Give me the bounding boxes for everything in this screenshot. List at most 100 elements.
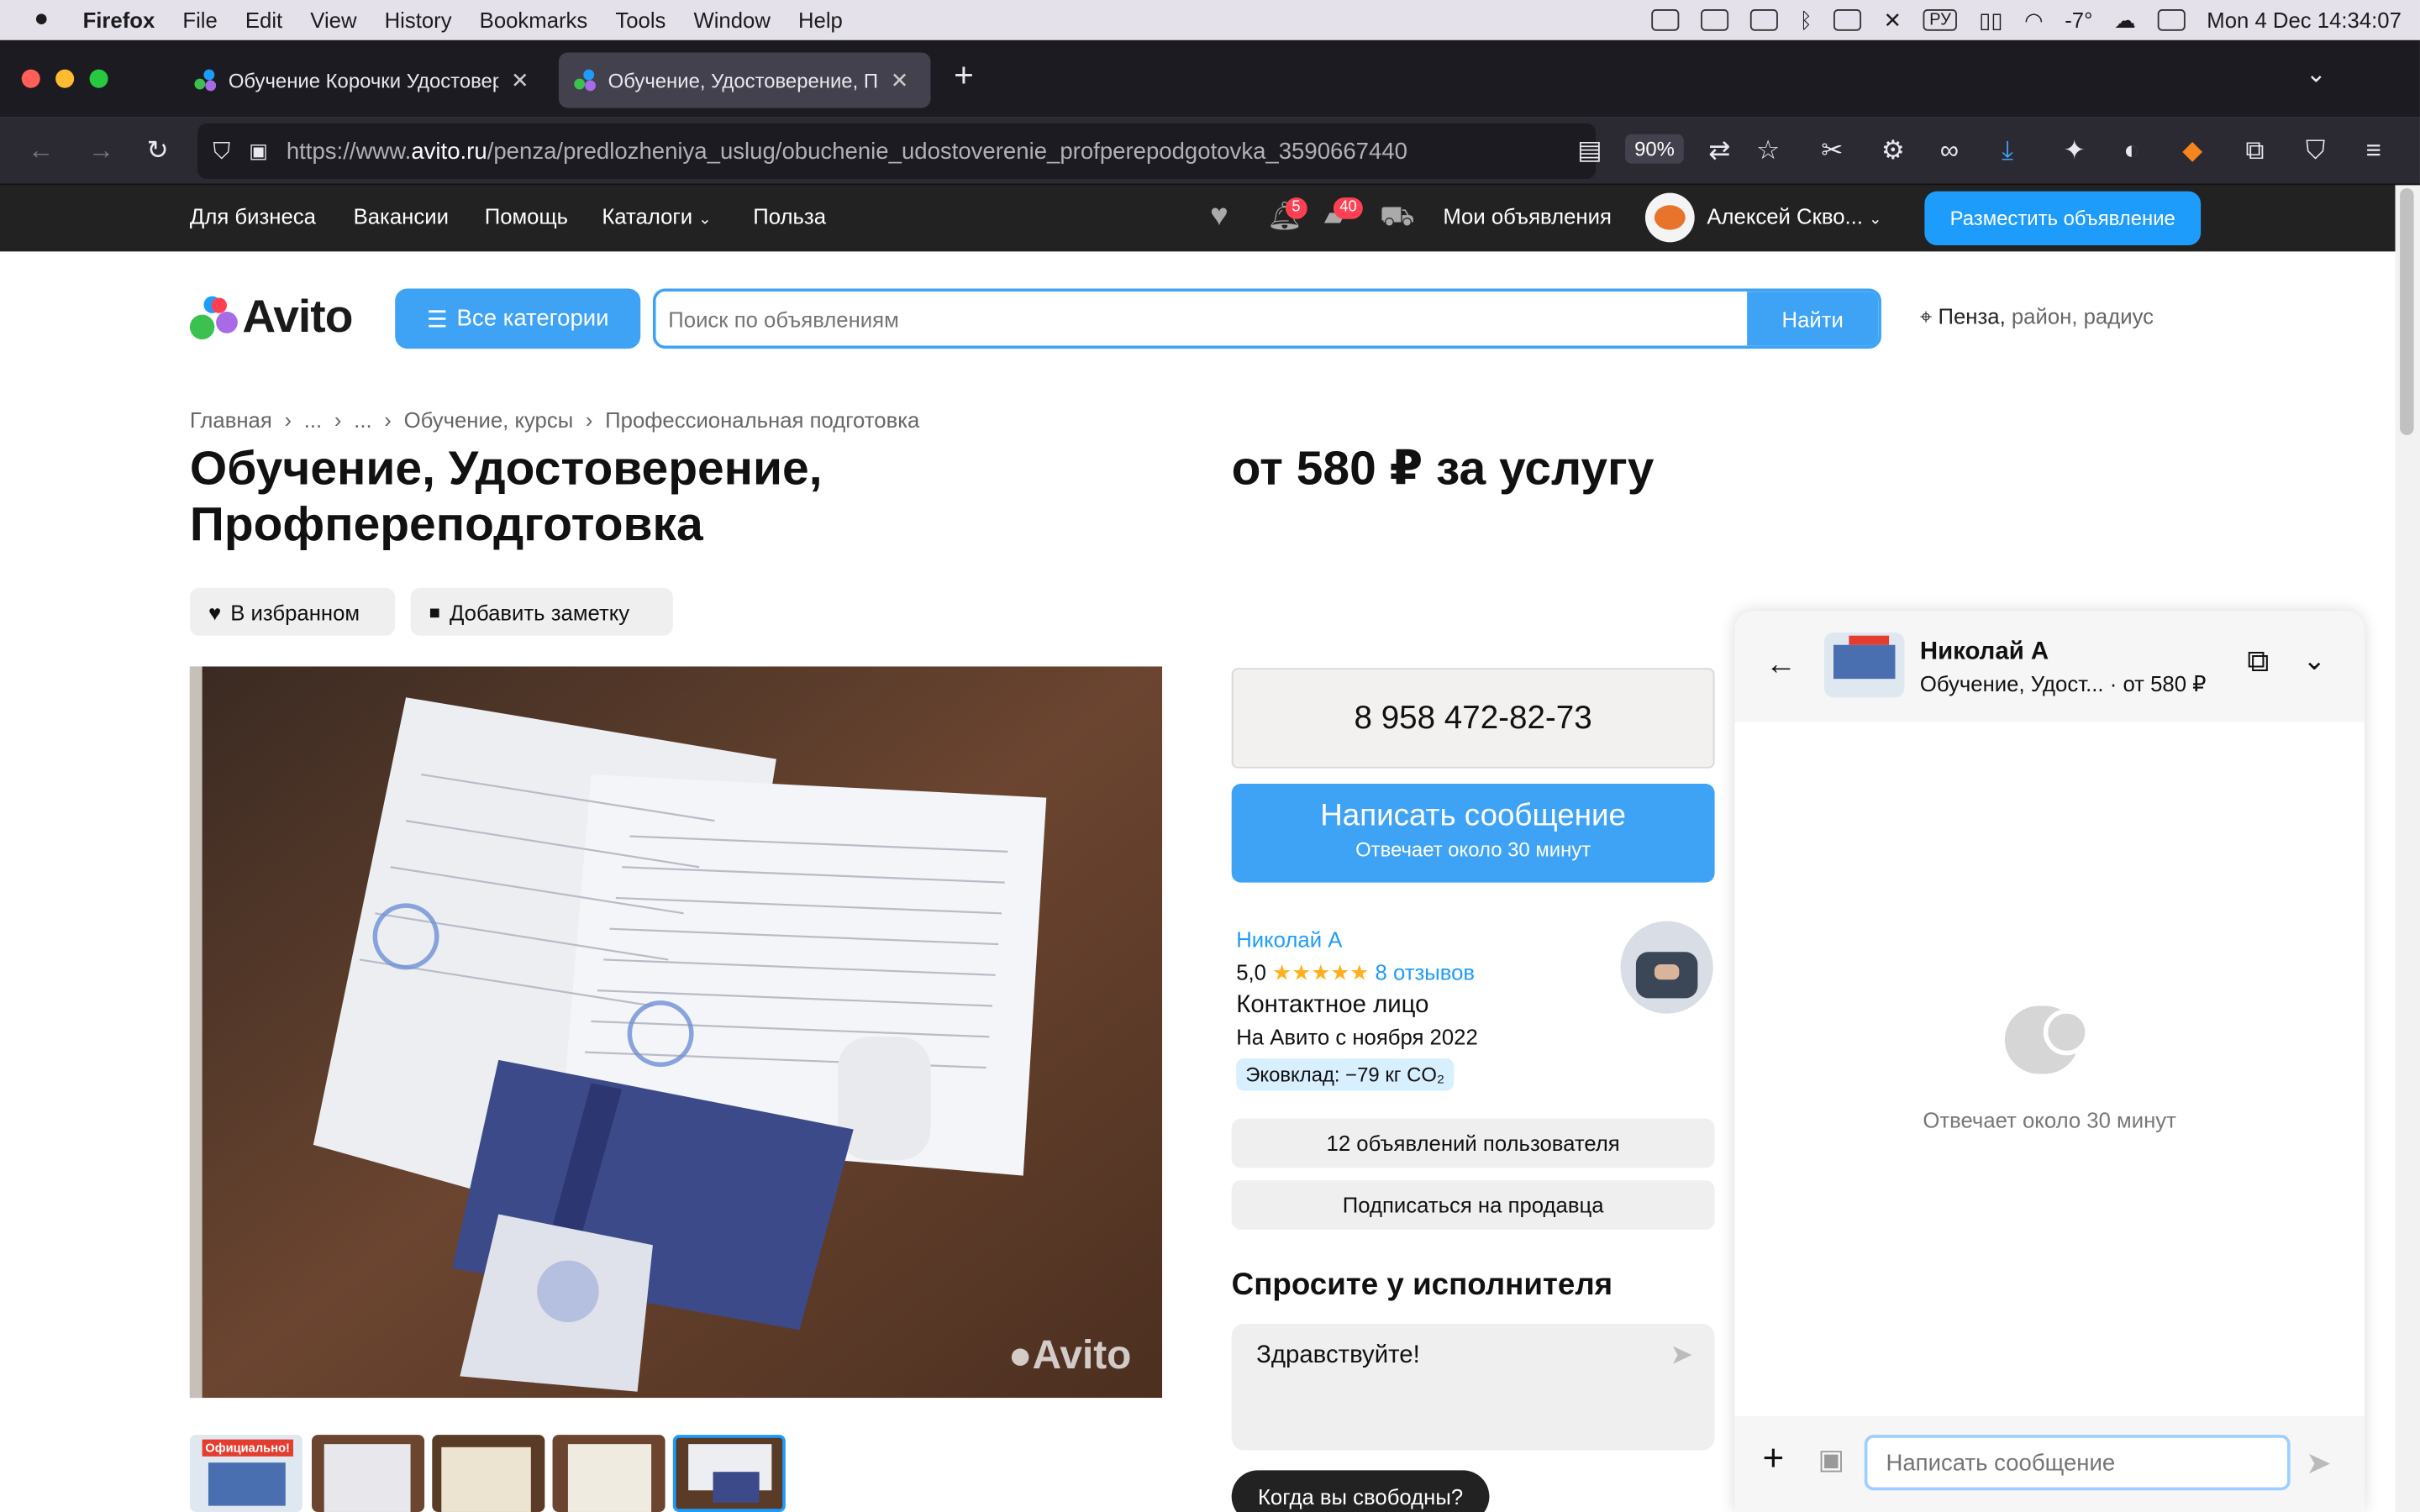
crumb-courses[interactable]: Обучение, курсы: [404, 407, 574, 432]
downloads-icon[interactable]: ⤓: [2002, 118, 2013, 186]
attach-plus-icon[interactable]: +: [1763, 1438, 1785, 1481]
extension-3-icon[interactable]: ✦: [2064, 118, 2086, 186]
app-menu-icon[interactable]: ≡: [2366, 118, 2381, 186]
avito-logo[interactable]: Avito: [189, 290, 353, 345]
extensions-icon[interactable]: ⧉: [2245, 118, 2264, 186]
all-categories-button[interactable]: ☰ Все категории: [395, 288, 641, 349]
my-ads-link[interactable]: Мои объявления: [1443, 203, 1612, 228]
phone-number[interactable]: 8 958 472-82-73: [1231, 668, 1715, 769]
input-language[interactable]: РУ: [1923, 9, 1958, 31]
wifi-icon[interactable]: ◠: [2024, 7, 2043, 33]
url-bar[interactable]: ⛉ ▣ https://www.avito.ru/penza/predlozhe…: [197, 123, 1597, 180]
app-menu[interactable]: Firefox: [83, 8, 155, 32]
location-selector[interactable]: ⌖ Пенза, район, радиус: [1920, 304, 2154, 330]
crumb-professional[interactable]: Профессиональная подготовка: [605, 407, 919, 432]
zoom-level[interactable]: 90%: [1625, 134, 1684, 164]
new-tab-icon[interactable]: +: [954, 55, 974, 96]
crumb-home[interactable]: Главная: [190, 407, 272, 432]
control-center-icon[interactable]: [2157, 9, 2186, 31]
favorite-button[interactable]: ♥ В избранном: [189, 587, 396, 636]
link-benefit[interactable]: Польза: [753, 203, 826, 228]
reviews-link[interactable]: 8 отзывов: [1376, 959, 1476, 984]
post-ad-button[interactable]: Разместить объявление: [1924, 191, 2202, 246]
menu-history[interactable]: History: [385, 8, 452, 32]
menu-tools[interactable]: Tools: [615, 8, 666, 32]
quick-reply-button[interactable]: Когда вы свободны?: [1231, 1470, 1490, 1512]
list-tabs-icon[interactable]: ⌄: [2306, 59, 2327, 90]
menu-file[interactable]: File: [182, 8, 217, 32]
photo-thumbnail-3[interactable]: [432, 1435, 545, 1512]
chat-back-icon[interactable]: ←: [1765, 648, 1797, 683]
photo-thumbnail-1[interactable]: Официально!: [189, 1435, 302, 1512]
battery-icon[interactable]: [1833, 9, 1862, 31]
crumb-ellipsis-1[interactable]: ...: [304, 407, 322, 432]
user-name[interactable]: Алексей Скво... ⌄: [1707, 203, 1881, 228]
display-icon[interactable]: [1749, 9, 1778, 31]
seller-avatar[interactable]: [1620, 921, 1713, 1014]
close-window-button[interactable]: [21, 69, 40, 88]
ask-message-input[interactable]: Здравствуйте!: [1231, 1323, 1715, 1451]
seller-name-link[interactable]: Николай А: [1236, 924, 1478, 957]
forward-icon[interactable]: →: [88, 118, 114, 186]
cart-icon[interactable]: ⛟: [1380, 201, 1415, 238]
lock-icon[interactable]: ▣: [249, 139, 268, 163]
bookmark-star-icon[interactable]: ☆: [1756, 118, 1780, 186]
menu-bookmarks[interactable]: Bookmarks: [480, 8, 588, 32]
reader-view-icon[interactable]: ▤: [1577, 118, 1602, 186]
user-ads-button[interactable]: 12 объявлений пользователя: [1231, 1118, 1715, 1168]
menu-window[interactable]: Window: [693, 8, 770, 32]
send-icon[interactable]: ➤: [1670, 1339, 1693, 1372]
settings-icon[interactable]: ⚙: [1881, 118, 1905, 186]
page-scrollbar[interactable]: [2395, 185, 2420, 1512]
metamask-icon[interactable]: ◆: [2182, 118, 2202, 186]
extension-4-icon[interactable]: ◐: [2123, 118, 2139, 186]
tab-2-active[interactable]: Обучение, Удостоверение, Пр ✕: [558, 52, 931, 108]
camera-icon[interactable]: ▣: [1818, 1444, 1844, 1477]
close-tab-icon[interactable]: ✕: [891, 67, 909, 93]
scrollbar-thumb[interactable]: [2400, 188, 2414, 435]
tray-app-icon[interactable]: [1651, 9, 1680, 31]
photo-thumbnail-2[interactable]: [312, 1435, 425, 1512]
add-note-button[interactable]: ■ Добавить заметку: [410, 587, 673, 636]
search-button[interactable]: Найти: [1747, 291, 1879, 346]
mute-icon[interactable]: ✕: [1883, 7, 1902, 33]
menu-view[interactable]: View: [310, 8, 356, 32]
extension-1-icon[interactable]: ✂: [1821, 118, 1843, 186]
search-input[interactable]: [655, 291, 1752, 346]
bluetooth-icon[interactable]: ᛒ: [1800, 8, 1812, 32]
close-tab-icon[interactable]: ✕: [511, 67, 529, 93]
tab-1[interactable]: Обучение Корочки Удостовере ✕: [179, 52, 546, 108]
screenshot-icon[interactable]: [1701, 9, 1729, 31]
eco-badge[interactable]: Эковклад: −79 кг CO₂: [1236, 1058, 1455, 1091]
favorites-heart-icon[interactable]: ♥: [1210, 199, 1228, 234]
chat-message-input[interactable]: [1864, 1435, 2291, 1491]
apple-icon[interactable]: ●: [34, 6, 49, 34]
chat-collapse-chevron-icon[interactable]: ⌄: [2302, 645, 2326, 678]
zoom-window-button[interactable]: [89, 69, 108, 88]
menu-edit[interactable]: Edit: [245, 8, 282, 32]
link-help[interactable]: Помощь: [485, 203, 568, 228]
chat-send-icon[interactable]: ➤: [2306, 1444, 2332, 1483]
crumb-ellipsis-2[interactable]: ...: [354, 407, 371, 432]
photo-thumbnail-4[interactable]: [552, 1435, 666, 1512]
reload-icon[interactable]: ↻: [146, 118, 168, 186]
link-vacancies[interactable]: Вакансии: [354, 203, 449, 228]
user-avatar[interactable]: [1644, 192, 1695, 243]
tracking-shield-icon[interactable]: ⛉: [213, 138, 230, 164]
listing-main-photo[interactable]: ●Avito: [189, 666, 1163, 1399]
weather-temp[interactable]: -7°: [2065, 8, 2092, 32]
link-catalogs[interactable]: Каталоги ⌄: [602, 203, 711, 228]
subscribe-button[interactable]: Подписаться на продавца: [1231, 1180, 1715, 1230]
translate-icon[interactable]: ⇄: [1708, 118, 1730, 186]
vpn-shield-icon[interactable]: ⛉: [2306, 118, 2325, 186]
open-external-icon[interactable]: ⧉: [2247, 645, 2269, 680]
clock[interactable]: Mon 4 Dec 14:34:07: [2207, 8, 2402, 32]
photo-thumbnail-5-selected[interactable]: [672, 1435, 786, 1512]
split-icon[interactable]: ▯▯: [1979, 7, 2002, 33]
menu-help[interactable]: Help: [798, 8, 843, 32]
write-message-button[interactable]: Написать сообщение Отвечает около 30 мин…: [1231, 784, 1715, 883]
link-business[interactable]: Для бизнеса: [190, 203, 316, 228]
extension-2-icon[interactable]: ∞: [1940, 118, 1959, 186]
chat-listing-thumbnail[interactable]: [1823, 633, 1905, 698]
back-icon[interactable]: ←: [28, 118, 54, 186]
